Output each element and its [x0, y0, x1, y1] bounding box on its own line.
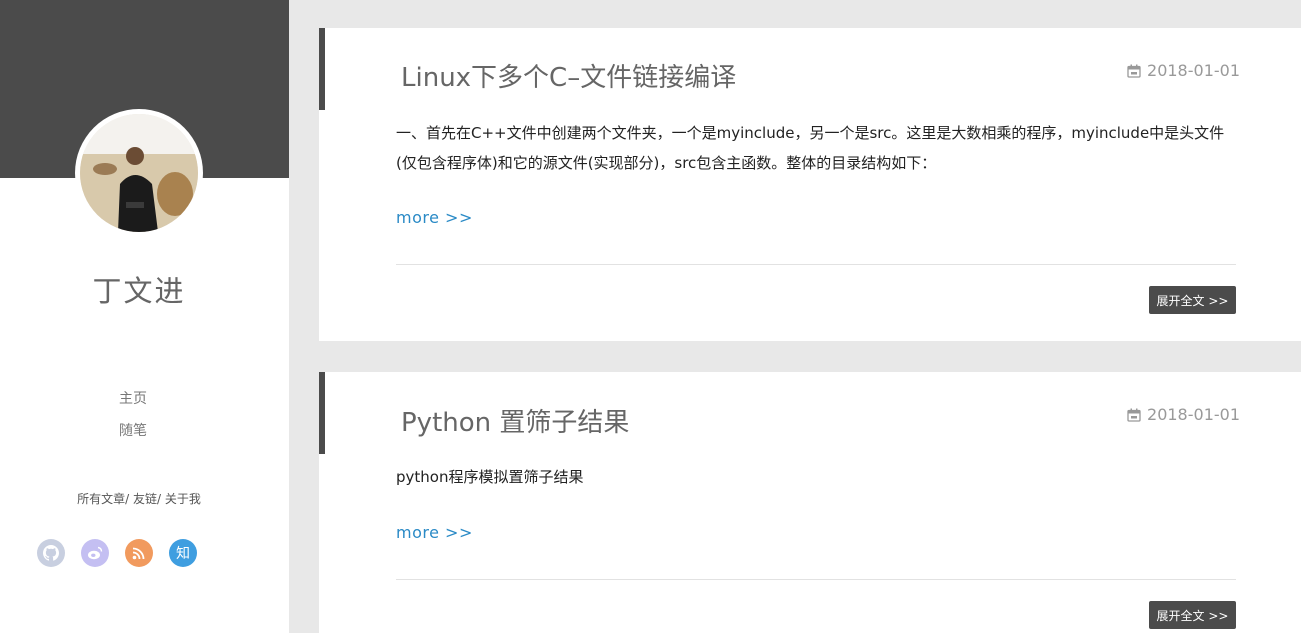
link-all-posts[interactable]: 所有文章 — [77, 492, 125, 506]
avatar-photo — [80, 114, 198, 232]
github-link[interactable] — [37, 539, 65, 567]
zhihu-link[interactable]: 知 — [169, 539, 197, 567]
calendar-icon — [1127, 408, 1141, 422]
post-card: Python 置筛子结果 2018-01-01 python程序模拟置筛子结果 … — [319, 372, 1301, 633]
rss-icon — [132, 547, 145, 560]
footer-links: 所有文章/ 友链/ 关于我 — [0, 490, 278, 507]
post-date: 2018-01-01 — [1127, 61, 1240, 80]
avatar[interactable] — [75, 109, 203, 237]
post-date: 2018-01-01 — [1127, 405, 1240, 424]
github-icon — [43, 545, 59, 561]
zhihu-icon: 知 — [176, 546, 190, 562]
post-accent-bar — [319, 28, 325, 110]
more-link[interactable]: more >> — [396, 523, 473, 542]
link-friends[interactable]: 友链 — [133, 492, 157, 506]
more-link[interactable]: more >> — [396, 208, 473, 227]
calendar-icon — [1127, 64, 1141, 78]
link-about[interactable]: 关于我 — [165, 492, 201, 506]
sidebar: 丁文进 主页 随笔 所有文章/ 友链/ 关于我 知 — [0, 0, 289, 633]
nav-home[interactable]: 主页 — [0, 388, 266, 408]
post-divider — [396, 579, 1236, 580]
weibo-link[interactable] — [81, 539, 109, 567]
post-card: Linux下多个C–文件链接编译 2018-01-01 一、首先在C++文件中创… — [319, 28, 1301, 341]
author-name: 丁文进 — [92, 274, 186, 308]
post-date-text: 2018-01-01 — [1147, 405, 1240, 424]
link-separator: / — [125, 492, 130, 506]
rss-link[interactable] — [125, 539, 153, 567]
post-excerpt: python程序模拟置筛子结果 — [396, 468, 584, 486]
post-title[interactable]: Linux下多个C–文件链接编译 — [401, 57, 736, 94]
weibo-icon — [88, 546, 103, 560]
post-divider — [396, 264, 1236, 265]
nav-essay[interactable]: 随笔 — [0, 420, 266, 440]
read-full-button[interactable]: 展开全文 >> — [1149, 601, 1236, 629]
link-separator: / — [157, 492, 162, 506]
post-date-text: 2018-01-01 — [1147, 61, 1240, 80]
read-full-button[interactable]: 展开全文 >> — [1149, 286, 1236, 314]
post-accent-bar — [319, 372, 325, 454]
post-title[interactable]: Python 置筛子结果 — [401, 402, 629, 439]
post-excerpt: 一、首先在C++文件中创建两个文件夹，一个是myinclude，另一个是src。… — [396, 124, 1225, 172]
